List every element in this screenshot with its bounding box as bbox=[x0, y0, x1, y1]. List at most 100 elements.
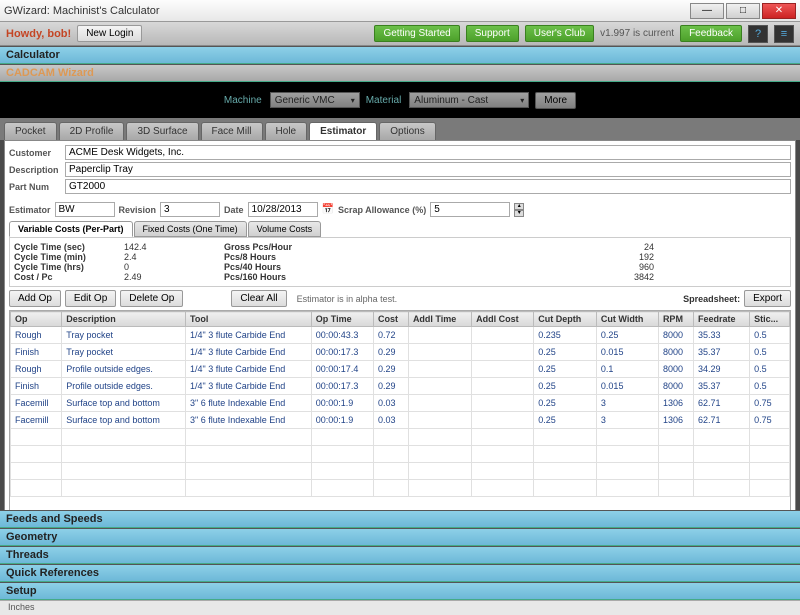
grid-cell[interactable]: 8000 bbox=[658, 344, 693, 361]
grid-cell[interactable]: 00:00:17.4 bbox=[311, 361, 373, 378]
scrap-down[interactable]: ▾ bbox=[514, 210, 524, 217]
grid-cell[interactable]: Tray pocket bbox=[62, 344, 186, 361]
scrap-up[interactable]: ▴ bbox=[514, 203, 524, 210]
grid-cell[interactable]: Facemill bbox=[11, 412, 62, 429]
grid-cell[interactable]: 00:00:1.9 bbox=[311, 395, 373, 412]
grid-cell[interactable]: 0.1 bbox=[596, 361, 658, 378]
grid-cell[interactable]: 34.29 bbox=[693, 361, 749, 378]
grid-col-header[interactable]: Addl Cost bbox=[472, 312, 534, 327]
edit-op-button[interactable]: Edit Op bbox=[65, 290, 116, 307]
grid-cell[interactable]: Tray pocket bbox=[62, 327, 186, 344]
grid-cell[interactable]: 0.75 bbox=[750, 395, 790, 412]
grid-col-header[interactable]: Addl Time bbox=[408, 312, 471, 327]
grid-cell[interactable] bbox=[408, 378, 471, 395]
table-row[interactable]: FacemillSurface top and bottom3" 6 flute… bbox=[11, 395, 790, 412]
grid-cell[interactable] bbox=[408, 327, 471, 344]
table-row[interactable]: RoughProfile outside edges.1/4" 3 flute … bbox=[11, 361, 790, 378]
grid-cell[interactable] bbox=[472, 412, 534, 429]
subtab-hole[interactable]: Hole bbox=[265, 122, 308, 140]
grid-cell[interactable]: 00:00:43.3 bbox=[311, 327, 373, 344]
cost-tab-2[interactable]: Volume Costs bbox=[248, 221, 322, 237]
grid-cell[interactable]: 62.71 bbox=[693, 412, 749, 429]
cost-tab-1[interactable]: Fixed Costs (One Time) bbox=[134, 221, 247, 237]
more-button[interactable]: More bbox=[535, 92, 576, 109]
clear-all-button[interactable]: Clear All bbox=[231, 290, 286, 307]
grid-cell[interactable]: 0.72 bbox=[373, 327, 408, 344]
new-login-button[interactable]: New Login bbox=[77, 25, 142, 42]
partnum-input[interactable] bbox=[65, 179, 791, 194]
getting-started-button[interactable]: Getting Started bbox=[374, 25, 459, 42]
grid-cell[interactable]: 0.25 bbox=[534, 412, 597, 429]
users-club-button[interactable]: User's Club bbox=[525, 25, 594, 42]
grid-cell[interactable]: 3 bbox=[596, 395, 658, 412]
grid-cell[interactable] bbox=[472, 395, 534, 412]
grid-cell[interactable]: Rough bbox=[11, 361, 62, 378]
grid-cell[interactable]: 0.03 bbox=[373, 395, 408, 412]
table-row[interactable]: FinishTray pocket1/4" 3 flute Carbide En… bbox=[11, 344, 790, 361]
close-button[interactable]: ✕ bbox=[762, 3, 796, 19]
grid-col-header[interactable]: RPM bbox=[658, 312, 693, 327]
feedback-button[interactable]: Feedback bbox=[680, 25, 742, 42]
grid-cell[interactable]: 0.015 bbox=[596, 378, 658, 395]
subtab-2d-profile[interactable]: 2D Profile bbox=[59, 122, 125, 140]
grid-cell[interactable]: Rough bbox=[11, 327, 62, 344]
grid-col-header[interactable]: Op Time bbox=[311, 312, 373, 327]
grid-cell[interactable]: Finish bbox=[11, 378, 62, 395]
grid-cell[interactable]: 8000 bbox=[658, 378, 693, 395]
table-row[interactable]: FacemillSurface top and bottom3" 6 flute… bbox=[11, 412, 790, 429]
grid-cell[interactable]: 35.37 bbox=[693, 378, 749, 395]
grid-cell[interactable] bbox=[472, 327, 534, 344]
grid-cell[interactable]: 35.33 bbox=[693, 327, 749, 344]
grid-cell[interactable]: 8000 bbox=[658, 361, 693, 378]
subtab-3d-surface[interactable]: 3D Surface bbox=[126, 122, 198, 140]
subtab-estimator[interactable]: Estimator bbox=[309, 122, 377, 140]
grid-cell[interactable]: 0.03 bbox=[373, 412, 408, 429]
export-button[interactable]: Export bbox=[744, 290, 791, 307]
accordion-feeds[interactable]: Feeds and Speeds bbox=[0, 510, 800, 528]
grid-col-header[interactable]: Stic... bbox=[750, 312, 790, 327]
accordion-geometry[interactable]: Geometry bbox=[0, 528, 800, 546]
grid-cell[interactable] bbox=[472, 378, 534, 395]
accordion-calculator[interactable]: Calculator bbox=[0, 46, 800, 64]
customer-input[interactable] bbox=[65, 145, 791, 160]
grid-cell[interactable]: 0.29 bbox=[373, 378, 408, 395]
menu-icon[interactable]: ≡ bbox=[774, 25, 794, 43]
minimize-button[interactable]: — bbox=[690, 3, 724, 19]
ops-grid[interactable]: OpDescriptionToolOp TimeCostAddl TimeAdd… bbox=[10, 311, 790, 497]
subtab-pocket[interactable]: Pocket bbox=[4, 122, 57, 140]
table-row[interactable]: RoughTray pocket1/4" 3 flute Carbide End… bbox=[11, 327, 790, 344]
grid-cell[interactable]: 0.015 bbox=[596, 344, 658, 361]
grid-cell[interactable] bbox=[472, 361, 534, 378]
grid-cell[interactable]: Facemill bbox=[11, 395, 62, 412]
grid-cell[interactable]: 00:00:17.3 bbox=[311, 378, 373, 395]
grid-cell[interactable]: 1/4" 3 flute Carbide End bbox=[186, 378, 312, 395]
table-row[interactable]: FinishProfile outside edges.1/4" 3 flute… bbox=[11, 378, 790, 395]
grid-cell[interactable]: Finish bbox=[11, 344, 62, 361]
accordion-cadcam[interactable]: CADCAM Wizard bbox=[0, 64, 800, 82]
subtab-options[interactable]: Options bbox=[379, 122, 435, 140]
grid-cell[interactable]: 0.29 bbox=[373, 361, 408, 378]
material-select[interactable]: Aluminum - Cast bbox=[409, 92, 529, 108]
grid-cell[interactable]: 0.5 bbox=[750, 378, 790, 395]
grid-cell[interactable]: Surface top and bottom bbox=[62, 412, 186, 429]
cost-tab-0[interactable]: Variable Costs (Per-Part) bbox=[9, 221, 133, 237]
revision-input[interactable] bbox=[160, 202, 220, 217]
grid-cell[interactable]: 1/4" 3 flute Carbide End bbox=[186, 327, 312, 344]
grid-cell[interactable] bbox=[408, 412, 471, 429]
estimator-input[interactable] bbox=[55, 202, 115, 217]
grid-cell[interactable]: 0.25 bbox=[534, 395, 597, 412]
grid-cell[interactable]: 1306 bbox=[658, 395, 693, 412]
grid-col-header[interactable]: Op bbox=[11, 312, 62, 327]
grid-cell[interactable]: 0.75 bbox=[750, 412, 790, 429]
grid-cell[interactable]: 0.5 bbox=[750, 361, 790, 378]
grid-cell[interactable]: 1/4" 3 flute Carbide End bbox=[186, 344, 312, 361]
grid-cell[interactable]: 3" 6 flute Indexable End bbox=[186, 395, 312, 412]
grid-cell[interactable]: 0.235 bbox=[534, 327, 597, 344]
grid-cell[interactable] bbox=[472, 344, 534, 361]
grid-cell[interactable]: 0.5 bbox=[750, 344, 790, 361]
grid-cell[interactable]: 8000 bbox=[658, 327, 693, 344]
grid-col-header[interactable]: Cut Width bbox=[596, 312, 658, 327]
accordion-setup[interactable]: Setup bbox=[0, 582, 800, 600]
delete-op-button[interactable]: Delete Op bbox=[120, 290, 183, 307]
date-input[interactable] bbox=[248, 202, 318, 217]
